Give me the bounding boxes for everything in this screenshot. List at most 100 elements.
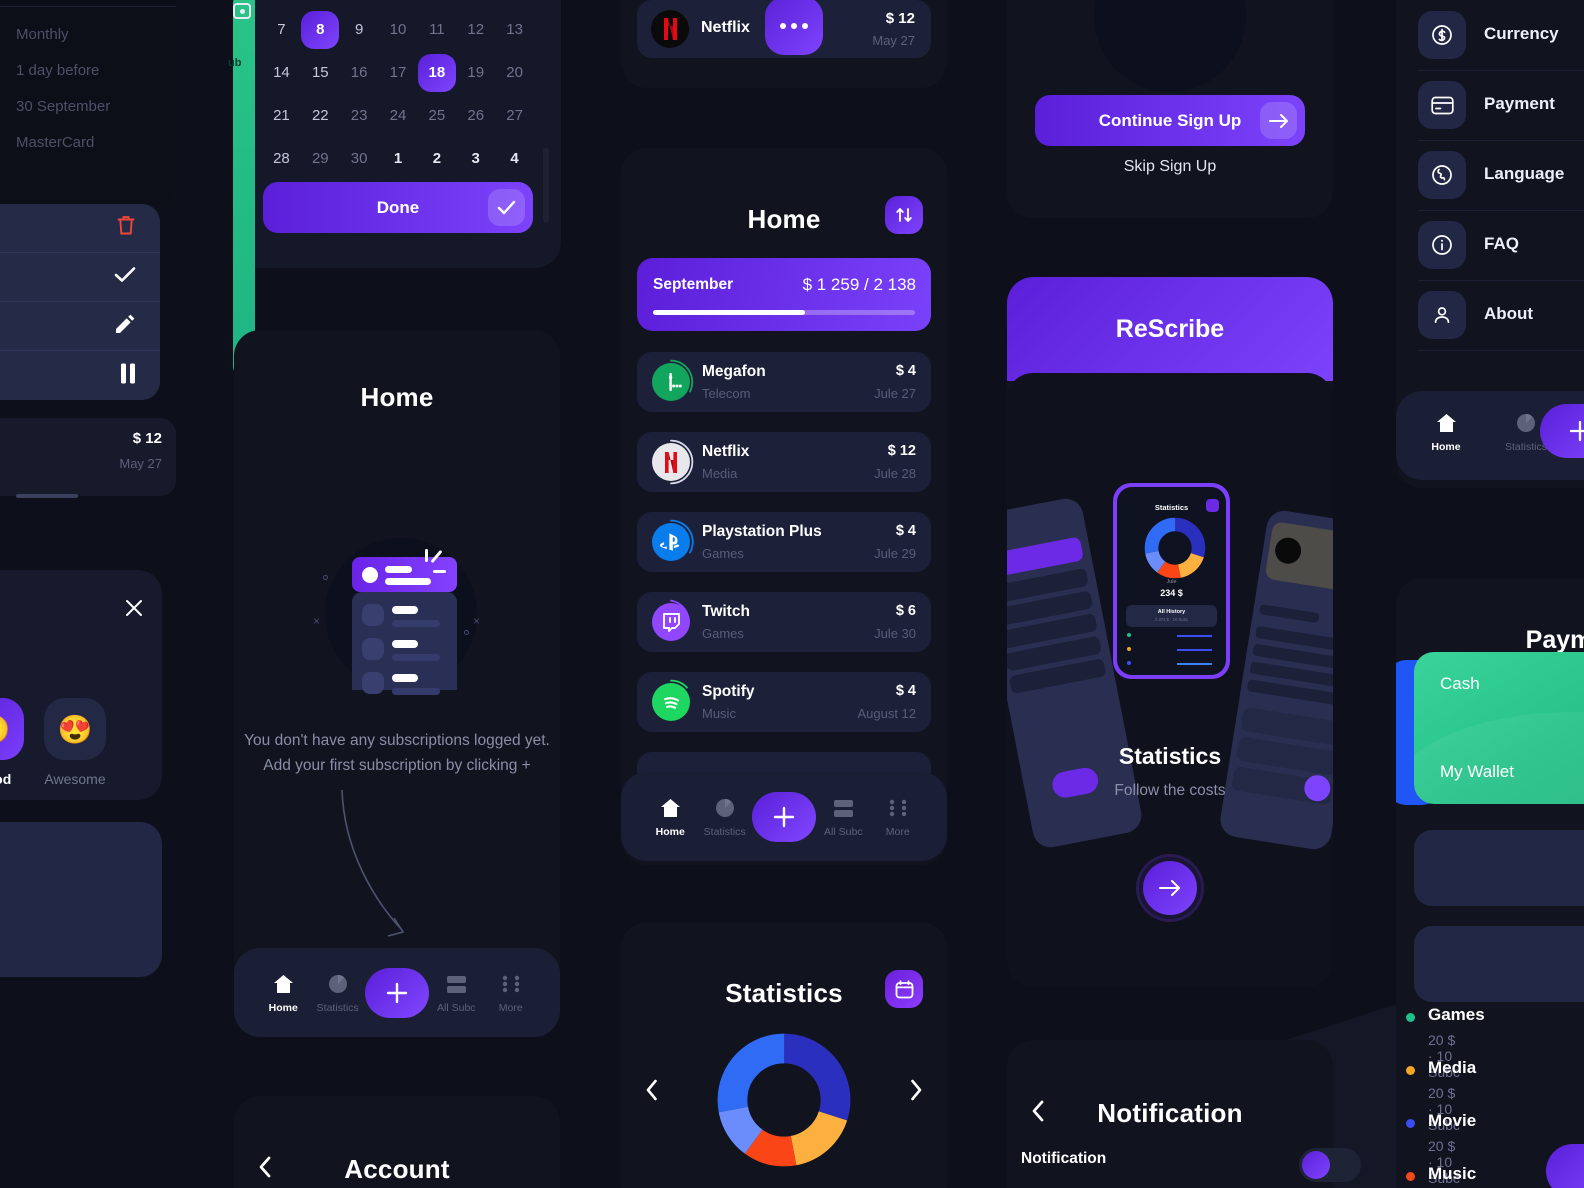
- notification-screen: Notification Notification: [1007, 1040, 1361, 1188]
- calendar-day[interactable]: 8: [301, 8, 340, 51]
- budget-card[interactable]: September $ 1 259 / 2 138: [637, 258, 931, 331]
- sort-button[interactable]: [885, 196, 923, 234]
- all-subscriptions-tile[interactable]: All Subscr 10 Sub: [1414, 926, 1584, 1002]
- feedback-option-good[interactable]: 🙂 Good: [0, 698, 24, 787]
- card-wallet-label: My Wallet: [1440, 762, 1514, 781]
- calendar-day[interactable]: 9: [340, 8, 379, 51]
- calendar-day[interactable]: 7: [262, 8, 301, 51]
- payment-card[interactable]: Cash My Wallet: [1414, 652, 1584, 804]
- feedback-option-awesome[interactable]: 😍 Awesome: [44, 698, 106, 787]
- brand-name: ReScribe: [1115, 314, 1225, 343]
- mock-total: 234 $: [1160, 588, 1183, 598]
- design-board: Monthly 1 day before 30 September Master…: [0, 0, 1584, 1188]
- menu-item-language[interactable]: Language: [1418, 140, 1584, 210]
- nav-item-more[interactable]: More: [484, 972, 538, 1014]
- calendar-grid[interactable]: 7 8 9 10 11 12 13 14 15 16 17 18 19 20 21 22 23 24 25 26 2…: [262, 8, 534, 180]
- calendar-day[interactable]: 21: [262, 94, 301, 137]
- list-icon: [429, 972, 483, 996]
- signup-screen: Continue Sign Up Skip Sign Up: [1007, 0, 1333, 218]
- subscription-row[interactable]: Netflix Media $ 12 Jule 28: [637, 432, 931, 492]
- subscription-row-card[interactable]: $ 12 May 27: [0, 418, 176, 496]
- calendar-day[interactable]: 18: [417, 51, 456, 94]
- nav-item-all-subc[interactable]: All Subc: [816, 796, 870, 838]
- action-delete[interactable]: [0, 204, 160, 253]
- menu-item-about[interactable]: About: [1418, 280, 1584, 350]
- all-history-tile[interactable]: All Hist 2 000 000 ·: [1414, 830, 1584, 906]
- calendar-day[interactable]: 19: [456, 51, 495, 94]
- calendar-day[interactable]: 1: [379, 137, 418, 180]
- nav-label: Statistics: [703, 826, 746, 838]
- calendar-day[interactable]: 28: [262, 137, 301, 180]
- subscription-row[interactable]: Netflix $ 12 May 27: [637, 0, 931, 58]
- nav-item-statistics[interactable]: Statistics: [310, 972, 364, 1014]
- prev-period-button[interactable]: [645, 1077, 658, 1108]
- subscription-category: Music: [702, 706, 736, 721]
- nav-item-home[interactable]: Home: [1418, 411, 1474, 453]
- notification-toggle[interactable]: [1299, 1148, 1361, 1182]
- detail-row-payment-method: MasterCard: [16, 134, 95, 151]
- calendar-day[interactable]: 22: [301, 94, 340, 137]
- subscription-row[interactable]: Twitch Games $ 6 Jule 30: [637, 592, 931, 652]
- home-icon: [643, 796, 697, 820]
- menu-item-currency[interactable]: Currency: [1418, 0, 1584, 70]
- subscription-row[interactable]: Megafon Telecom $ 4 Jule 27: [637, 352, 931, 412]
- promo-next-button[interactable]: [1139, 857, 1201, 919]
- action-edit[interactable]: [0, 302, 160, 351]
- trash-icon: [116, 215, 136, 242]
- calendar-button[interactable]: [885, 970, 923, 1008]
- payment-screen: Paym Cash My Wallet All Hist 2 000 000 ·…: [1396, 578, 1584, 1188]
- skip-signup-link[interactable]: Skip Sign Up: [1007, 158, 1333, 176]
- subscription-row[interactable]: Spotify Music $ 4 August 12: [637, 672, 931, 732]
- calendar-day[interactable]: 25: [417, 94, 456, 137]
- subscription-name: Playstation Plus: [702, 523, 822, 540]
- calendar-day[interactable]: 12: [456, 8, 495, 51]
- calendar-day[interactable]: 17: [379, 51, 418, 94]
- subscription-amount: $ 12: [887, 443, 916, 459]
- subscription-row[interactable]: Playstation Plus Games $ 4 Jule 29: [637, 512, 931, 572]
- add-subscription-button[interactable]: [364, 968, 430, 1018]
- subscription-category: Games: [702, 546, 744, 561]
- action-pause[interactable]: [0, 351, 160, 400]
- continue-signup-button[interactable]: Continue Sign Up: [1035, 95, 1305, 146]
- calendar-day[interactable]: 2: [417, 137, 456, 180]
- calendar-day[interactable]: 16: [340, 51, 379, 94]
- calendar-day[interactable]: 23: [340, 94, 379, 137]
- calendar-day[interactable]: 29: [301, 137, 340, 180]
- account-screen: Account: [234, 1096, 560, 1188]
- bottom-navigation[interactable]: Home Statistics All Subc More: [621, 772, 947, 861]
- nav-item-statistics[interactable]: Statistics: [697, 796, 751, 838]
- nav-item-home[interactable]: Home: [256, 972, 310, 1014]
- next-period-button[interactable]: [910, 1077, 923, 1108]
- empty-state-illustration: × ×: [305, 522, 489, 706]
- nav-item-all-subc[interactable]: All Subc: [429, 972, 483, 1014]
- action-confirm[interactable]: [0, 253, 160, 302]
- pause-icon: [120, 363, 136, 388]
- calendar-day[interactable]: 15: [301, 51, 340, 94]
- calendar-day[interactable]: 10: [379, 8, 418, 51]
- subscription-date: Jule 28: [874, 466, 916, 481]
- calendar-day[interactable]: 11: [417, 8, 456, 51]
- done-button[interactable]: Done: [263, 182, 533, 233]
- calendar-day[interactable]: 14: [262, 51, 301, 94]
- nav-label: Home: [268, 1002, 298, 1014]
- calendar-day[interactable]: 27: [495, 94, 534, 137]
- calendar-day[interactable]: 13: [495, 8, 534, 51]
- close-button[interactable]: [124, 598, 144, 618]
- subscription-amount: $ 6: [895, 603, 916, 619]
- calendar-day[interactable]: 26: [456, 94, 495, 137]
- subscription-category: Games: [702, 626, 744, 641]
- add-subscription-button[interactable]: [751, 792, 817, 842]
- menu-item-payment[interactable]: Payment: [1418, 70, 1584, 140]
- calendar-day[interactable]: 30: [340, 137, 379, 180]
- more-dots-icon[interactable]: [765, 0, 823, 55]
- bottom-navigation[interactable]: Home Statistics All Subc More: [234, 948, 560, 1037]
- nav-item-more[interactable]: More: [871, 796, 925, 838]
- pointer-curve: [341, 790, 405, 937]
- menu-item-faq[interactable]: FAQ: [1418, 210, 1584, 280]
- menu-item-label: Language: [1484, 164, 1565, 183]
- calendar-day[interactable]: 3: [456, 137, 495, 180]
- calendar-day[interactable]: 4: [495, 137, 534, 180]
- calendar-day[interactable]: 24: [379, 94, 418, 137]
- calendar-day[interactable]: 20: [495, 51, 534, 94]
- nav-item-home[interactable]: Home: [643, 796, 697, 838]
